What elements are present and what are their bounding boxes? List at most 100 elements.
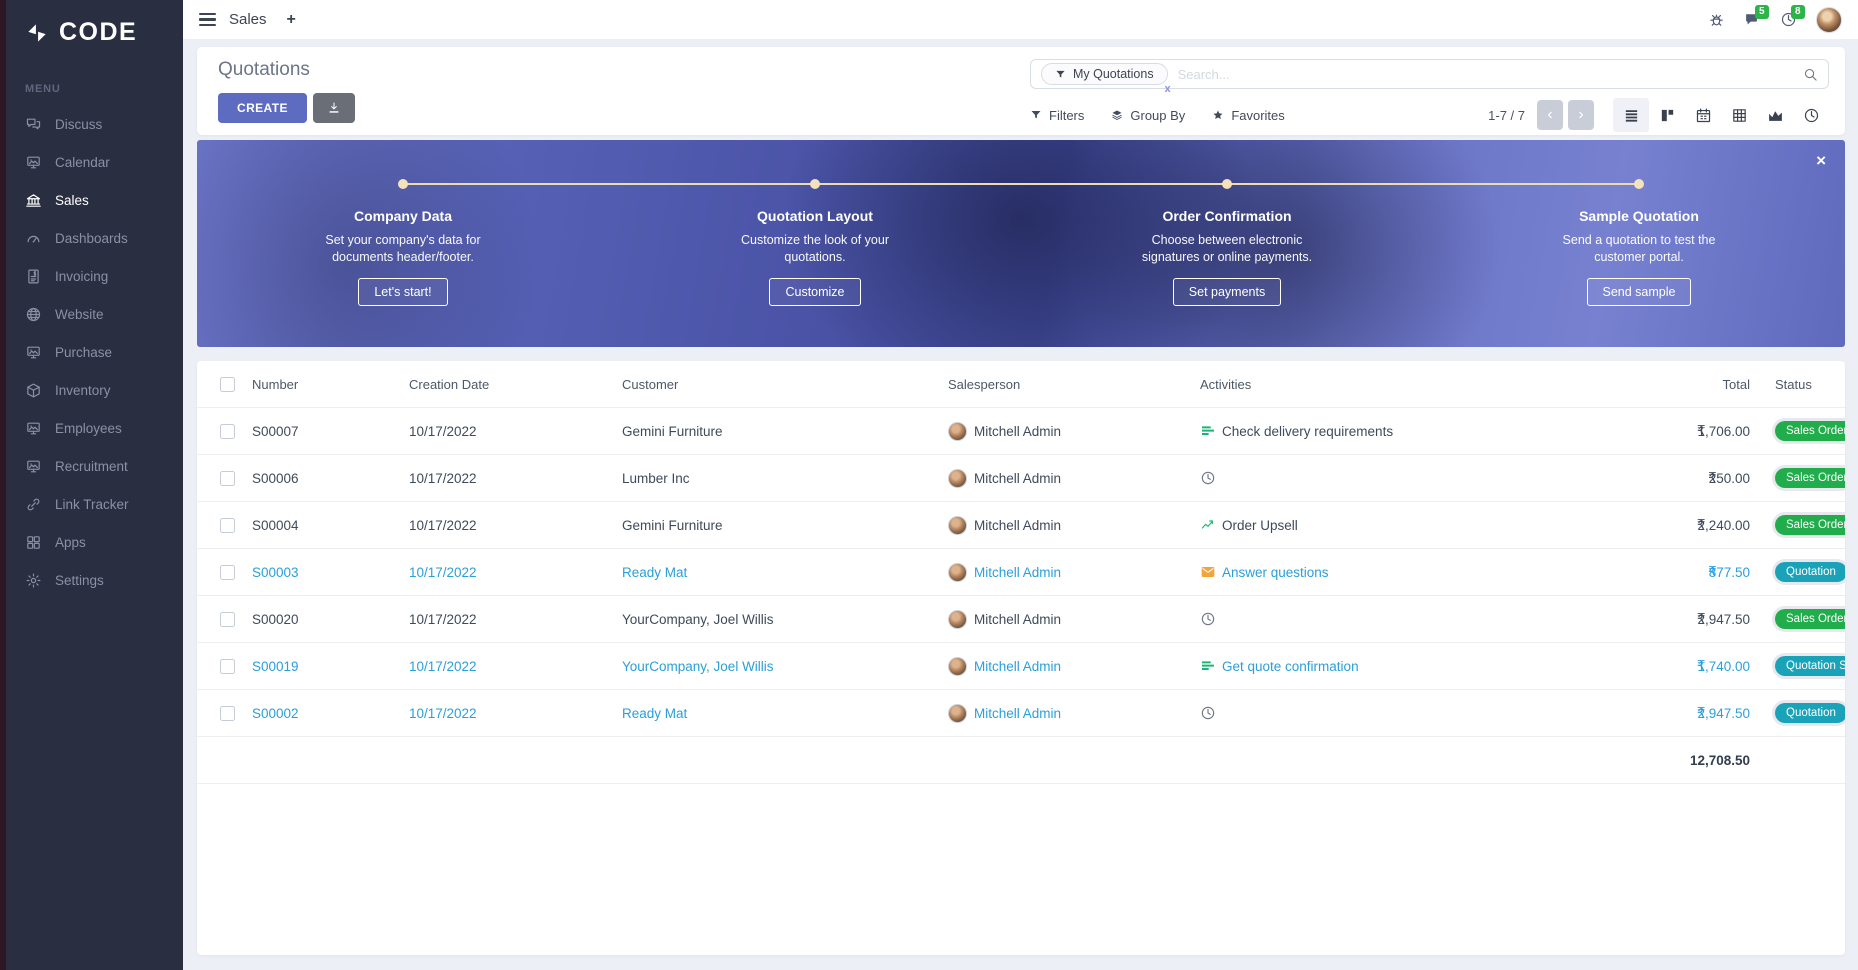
table-row[interactable]: S00003 10/17/2022 Ready Mat Mitchell Adm… [197,549,1845,596]
clock-activity-icon[interactable] [1200,470,1216,486]
banner-close-button[interactable]: × [1816,152,1826,169]
filters-button[interactable]: Filters [1030,108,1084,123]
row-number: S00002 [252,706,409,721]
salesperson-avatar [948,657,967,676]
row-checkbox[interactable] [220,659,235,674]
status-badge: Sales Order [1775,468,1845,488]
sidebar-item-website[interactable]: Website [0,295,183,333]
table-row[interactable]: S00007 10/17/2022 Gemini Furniture Mitch… [197,408,1845,455]
brand[interactable]: CODE [0,0,183,47]
step-action-button[interactable]: Set payments [1173,278,1281,306]
tasks-activity-icon[interactable] [1200,423,1216,439]
col-status[interactable]: Status [1750,377,1845,392]
pager-prev-button[interactable]: ‹ [1537,100,1563,130]
app-name[interactable]: Sales [229,11,267,28]
step-action-button[interactable]: Customize [769,278,860,306]
box-icon [25,382,42,399]
onboarding-step: Sample Quotation Send a quotation to tes… [1433,140,1845,347]
row-checkbox[interactable] [220,706,235,721]
activity-label: Answer questions [1222,565,1329,580]
sidebar-item-settings[interactable]: Settings [0,561,183,599]
row-number: S00020 [252,612,409,627]
table-row[interactable]: S00006 10/17/2022 Lumber Inc Mitchell Ad… [197,455,1845,502]
messages-badge: 5 [1755,5,1769,19]
sidebar-item-discuss[interactable]: Discuss [0,105,183,143]
view-kanban-button[interactable] [1649,98,1685,132]
search-icon[interactable] [1803,67,1818,82]
email-activity-icon[interactable] [1200,564,1216,580]
sidebar-item-link-tracker[interactable]: Link Tracker [0,485,183,523]
group-by-button[interactable]: Group By [1111,108,1185,123]
sidebar-item-apps[interactable]: Apps [0,523,183,561]
sidebar-item-sales[interactable]: Sales [0,181,183,219]
topbar: Sales + 5 8 [183,0,1858,39]
sidebar-item-calendar[interactable]: Calendar [0,143,183,181]
table-row[interactable]: S00020 10/17/2022 YourCompany, Joel Will… [197,596,1845,643]
table-row[interactable]: S00019 10/17/2022 YourCompany, Joel Will… [197,643,1845,690]
row-checkbox[interactable] [220,471,235,486]
step-action-button[interactable]: Let's start! [358,278,447,306]
step-dot [398,179,408,189]
pager-next-button[interactable]: › [1568,100,1594,130]
table-row[interactable]: S00002 10/17/2022 Ready Mat Mitchell Adm… [197,690,1845,737]
hamburger-menu-icon[interactable] [199,13,216,27]
search-input[interactable] [1176,66,1803,83]
row-checkbox[interactable] [220,518,235,533]
clock-activity-icon[interactable] [1200,705,1216,721]
col-total[interactable]: Total [1630,377,1750,392]
status-badge: Sales Order [1775,515,1845,535]
step-description: Send a quotation to test the customer po… [1542,232,1737,266]
view-calendar-button[interactable] [1685,98,1721,132]
select-all-checkbox[interactable] [220,377,235,392]
debug-icon[interactable] [1708,11,1725,28]
view-pivot-button[interactable] [1721,98,1757,132]
col-creation-date[interactable]: Creation Date [409,377,622,392]
tasks-activity-icon[interactable] [1200,658,1216,674]
favorites-button[interactable]: Favorites [1212,108,1284,123]
row-checkbox[interactable] [220,565,235,580]
activities-button[interactable]: 8 [1780,11,1797,28]
col-customer[interactable]: Customer [622,377,948,392]
sidebar: CODE MENU Discuss Calendar Sales Dashboa… [0,0,183,970]
sidebar-menu: Discuss Calendar Sales Dashboards Invoic… [0,105,183,599]
pivot-view-icon [1731,107,1748,124]
sidebar-item-inventory[interactable]: Inventory [0,371,183,409]
sidebar-item-dashboards[interactable]: Dashboards [0,219,183,257]
row-total: 2,947.50 [1697,706,1750,721]
list-view-icon [1623,107,1640,124]
activity-label: Order Upsell [1222,518,1298,533]
create-button[interactable]: CREATE [218,93,307,123]
onboarding-step: Company Data Set your company's data for… [197,140,609,347]
facet-remove-button[interactable]: x [1164,83,1170,95]
row-creation-date: 10/17/2022 [409,471,622,486]
sidebar-item-recruitment[interactable]: Recruitment [0,447,183,485]
table-row[interactable]: S00004 10/17/2022 Gemini Furniture Mitch… [197,502,1845,549]
col-salesperson[interactable]: Salesperson [948,377,1200,392]
row-total: 2,240.00 [1697,518,1750,533]
view-graph-button[interactable] [1757,98,1793,132]
upsell-activity-icon[interactable] [1200,517,1216,533]
col-number[interactable]: Number [252,377,409,392]
view-activity-button[interactable] [1793,98,1829,132]
user-avatar[interactable] [1816,7,1842,33]
clock-activity-icon[interactable] [1200,611,1216,627]
salesperson-avatar [948,469,967,488]
new-tab-button[interactable]: + [287,11,296,29]
monitor-icon [25,420,42,437]
salesperson-avatar [948,563,967,582]
status-badge: Sales Order [1775,609,1845,629]
sidebar-item-invoicing[interactable]: Invoicing [0,257,183,295]
export-button[interactable] [313,93,355,123]
sidebar-item-employees[interactable]: Employees [0,409,183,447]
row-creation-date: 10/17/2022 [409,706,622,721]
row-checkbox[interactable] [220,424,235,439]
view-list-button[interactable] [1613,98,1649,132]
step-action-button[interactable]: Send sample [1587,278,1692,306]
row-checkbox[interactable] [220,612,235,627]
col-activities[interactable]: Activities [1200,377,1630,392]
row-total: 1,706.00 [1697,424,1750,439]
messages-button[interactable]: 5 [1744,11,1761,28]
sidebar-item-purchase[interactable]: Purchase [0,333,183,371]
row-number: S00007 [252,424,409,439]
layers-icon [1111,109,1123,121]
